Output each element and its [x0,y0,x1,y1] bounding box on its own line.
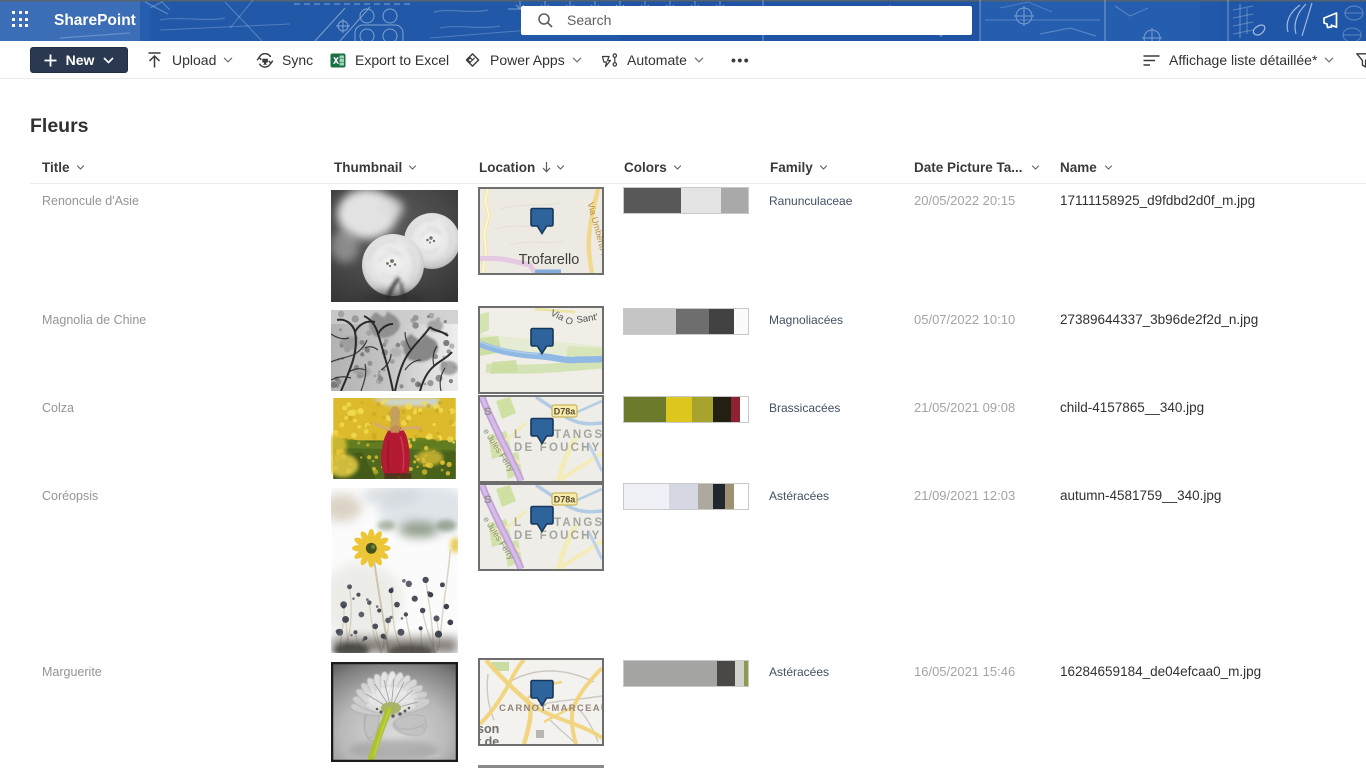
svg-text:L: L [514,517,523,529]
svg-text:S: S [484,406,491,418]
svg-text:DE FOUCHY: DE FOUCHY [514,530,602,542]
svg-text:…—: …— [429,753,440,759]
svg-text:S: S [484,494,491,506]
svg-text:DE FOUCHY: DE FOUCHY [514,442,602,454]
svg-text:D78a: D78a [554,495,577,505]
svg-text:D78a: D78a [554,407,577,417]
svg-text:t de: t de [480,735,499,744]
svg-text:Trofarello: Trofarello [519,252,580,268]
svg-text:TANGS: TANGS [554,517,602,529]
svg-text:TANGS: TANGS [554,429,602,441]
svg-text:CARNOT-MARCEAU: CARNOT-MARCEAU [499,703,602,714]
svg-text:son: son [480,722,499,736]
svg-text:L: L [514,429,523,441]
